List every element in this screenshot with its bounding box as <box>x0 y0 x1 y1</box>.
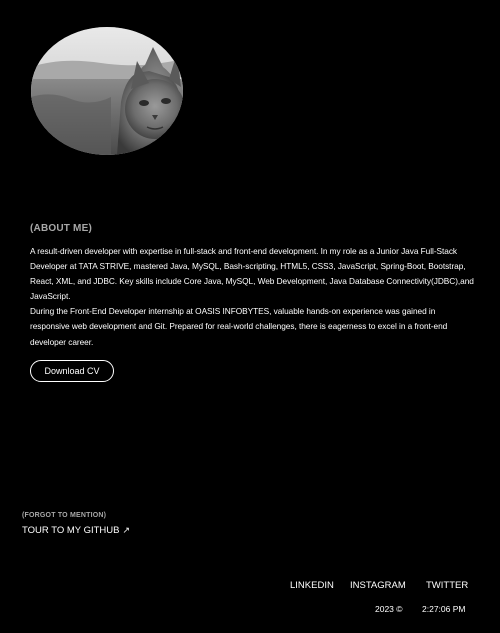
clock-time: 2:27:06 PM <box>422 604 466 614</box>
forgot-heading: (FORGOT TO MENTION) <box>22 512 107 519</box>
about-description: A result-driven developer with expertise… <box>30 244 475 350</box>
github-link[interactable]: TOUR TO MY GITHUB ↗ <box>22 525 130 536</box>
download-cv-button[interactable]: Download CV <box>30 360 114 382</box>
avatar <box>31 27 183 155</box>
copyright-year: 2023 © <box>375 604 403 614</box>
cat-photo-icon <box>31 27 183 155</box>
arrow-up-right-icon: ↗ <box>122 525 131 535</box>
github-link-label: TOUR TO MY GITHUB <box>22 525 120 536</box>
about-paragraph-2: During the Front-End Developer internshi… <box>30 306 448 347</box>
twitter-link[interactable]: TWITTER <box>426 580 468 591</box>
about-paragraph-1: A result-driven developer with expertise… <box>30 246 474 302</box>
instagram-link[interactable]: INSTAGRAM <box>350 580 406 591</box>
about-heading: (ABOUT ME) <box>30 223 92 234</box>
linkedin-link[interactable]: LINKEDIN <box>290 580 334 591</box>
